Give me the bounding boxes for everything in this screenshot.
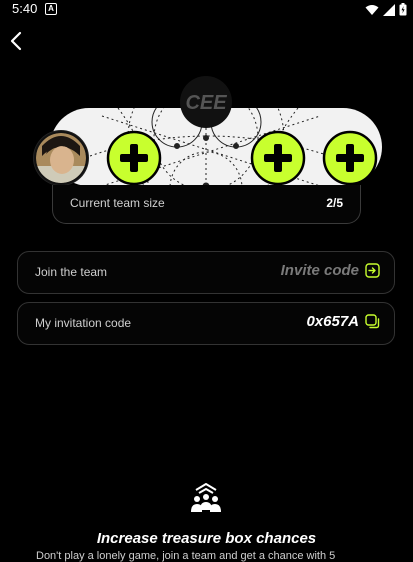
wifi-icon [365, 4, 379, 15]
signal-icon [383, 3, 395, 16]
status-icons [365, 3, 407, 16]
promo-title: Increase treasure box chances [96, 530, 317, 547]
join-team-row[interactable]: Join the team Invite code [17, 251, 395, 294]
member-avatar [33, 130, 89, 186]
promo-subtitle: Don't play a lonely game, join a team an… [36, 550, 336, 562]
team-group-icon [191, 483, 221, 512]
team-size-label: Current team size [70, 196, 165, 210]
status-time: 5:40 [12, 1, 38, 16]
copy-icon[interactable] [365, 314, 380, 329]
team-size-value: 2/5 [326, 196, 343, 210]
team-logo-text: CEE [185, 92, 227, 114]
join-team-label: Join the team [35, 265, 108, 279]
battery-icon [399, 3, 407, 16]
back-icon[interactable] [8, 30, 28, 52]
add-member-button[interactable] [106, 130, 162, 186]
invitation-code-value: 0x657A [306, 313, 359, 330]
invite-code-input[interactable]: Invite code [281, 262, 359, 279]
status-bar: 5:40 A [0, 0, 413, 18]
team-members-panel: CEE [33, 76, 382, 186]
team-logo: CEE [180, 76, 232, 128]
add-member-button[interactable] [322, 130, 378, 186]
team-size-card: Current team size 2/5 [52, 185, 361, 224]
add-member-button[interactable] [250, 130, 306, 186]
invitation-code-label: My invitation code [35, 316, 132, 330]
app-notification-icon: A [45, 3, 57, 15]
enter-arrow-icon[interactable] [365, 263, 380, 278]
invitation-code-row: My invitation code 0x657A [17, 302, 395, 345]
